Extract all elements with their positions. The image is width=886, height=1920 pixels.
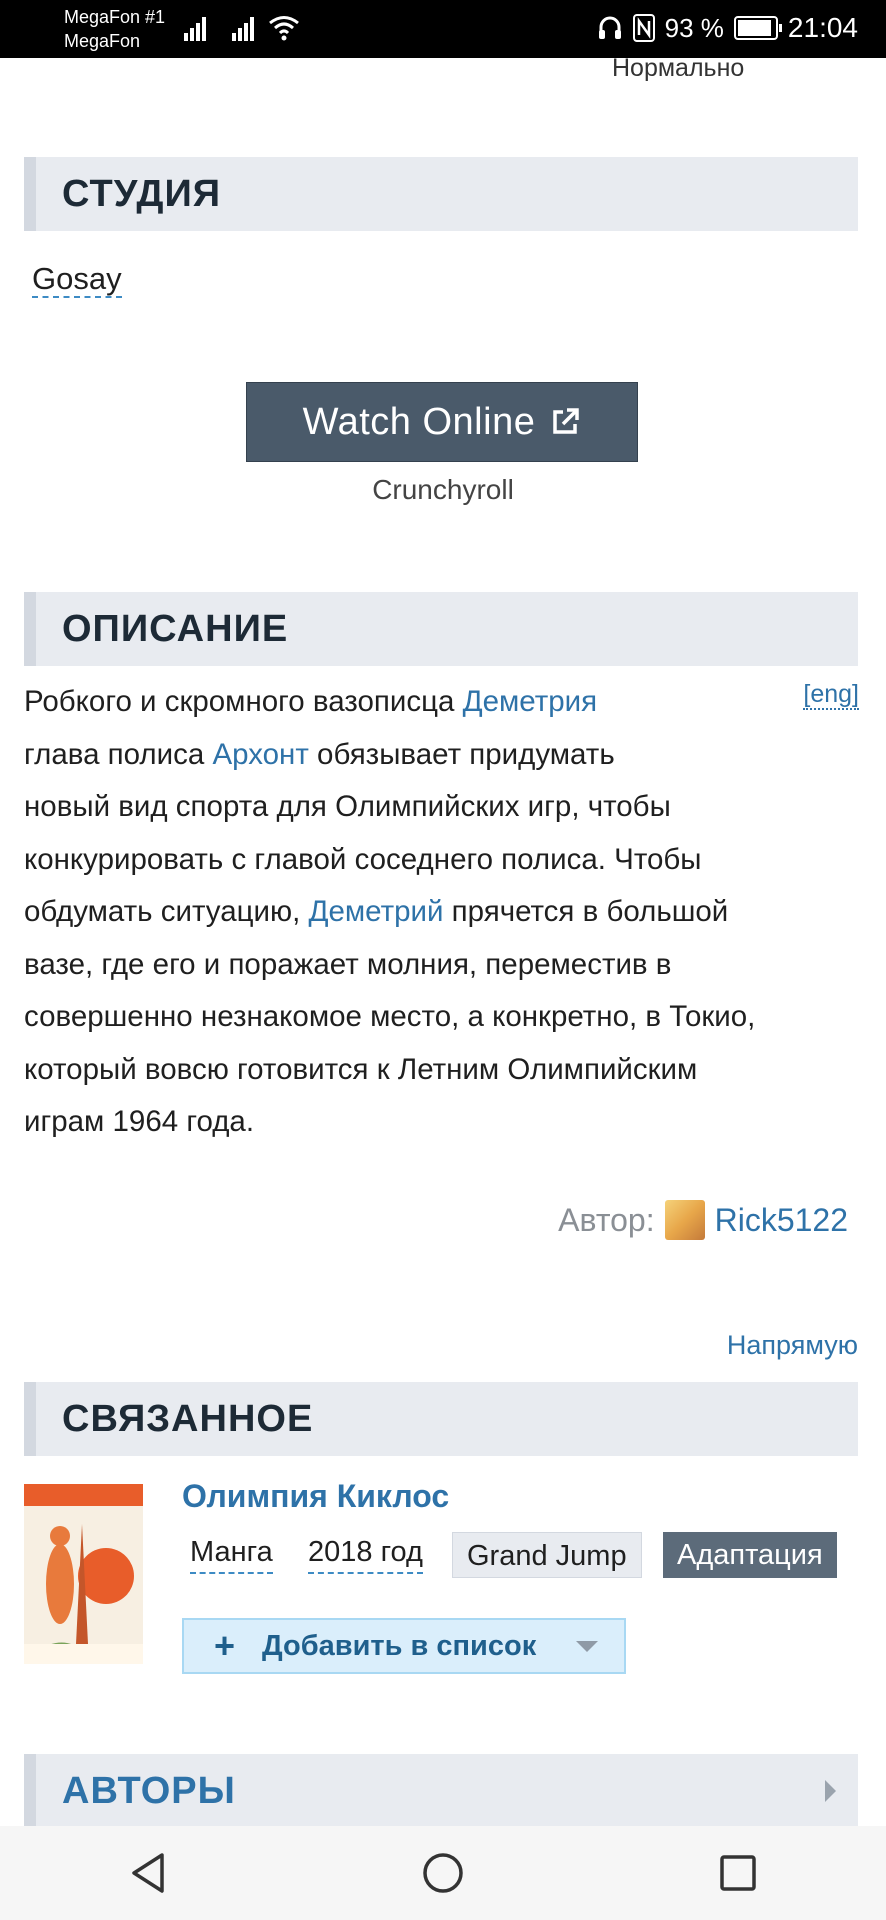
chevron-down-icon[interactable] — [576, 1640, 598, 1652]
description-fragment: совершенно незнакомое место, а конкретно… — [24, 1000, 756, 1033]
signal-icon — [184, 17, 206, 41]
tag-type[interactable]: Манга — [190, 1532, 273, 1574]
description-fragment: играм 1964 года. — [24, 1105, 255, 1138]
rating-fragment: Нормально — [612, 54, 745, 82]
system-nav-bar — [0, 1826, 886, 1920]
description-fragment: обдумать ситуацию, — [24, 895, 309, 928]
headphones-icon — [598, 16, 621, 39]
author-line: Автор: Rick5122 — [558, 1200, 848, 1240]
description-fragment: вазе, где его и поражает молния, перемес… — [24, 947, 672, 981]
carrier-1: MegaFon #1 — [64, 7, 166, 27]
battery-percent: 93 % — [664, 12, 724, 43]
external-link-icon — [553, 408, 580, 434]
back-icon — [131, 1853, 164, 1893]
back-button[interactable] — [108, 1833, 188, 1913]
home-icon — [423, 1853, 463, 1893]
recents-icon — [720, 1855, 757, 1891]
studio-title: СТУДИЯ — [62, 173, 222, 215]
signal-icon-2 — [232, 17, 254, 41]
related-header: СВЯЗАННОЕ — [24, 1382, 858, 1456]
related-title: СВЯЗАННОЕ — [62, 1398, 314, 1440]
related-item-title[interactable]: Олимпия Киклос — [182, 1478, 449, 1515]
plus-icon: + — [214, 1625, 236, 1666]
clock: 21:04 — [787, 12, 858, 43]
studio-header: СТУДИЯ — [24, 157, 858, 231]
description-text: Робкого и скромного вазописца Деметрия гл… — [24, 676, 854, 1149]
wifi-icon — [269, 16, 299, 41]
description-header: ОПИСАНИЕ — [24, 592, 858, 666]
description-line: вазе, где его и поражает молния, перемес… — [24, 939, 854, 992]
battery-icon — [733, 16, 782, 40]
description-line: обдумать ситуацию, Деметрий прячется в б… — [24, 886, 854, 939]
author-label: Автор: — [558, 1201, 655, 1238]
authors-header[interactable]: АВТОРЫ — [24, 1754, 858, 1828]
description-fragment: прячется в большой — [443, 895, 729, 928]
nfc-icon — [632, 14, 655, 42]
description-fragment: который вовсю готовится к Летним Олимпий… — [24, 1052, 698, 1086]
description-fragment: конкурировать с главой соседнего полиса.… — [24, 842, 702, 876]
description-line: глава полиса Архонт обязывает придумать — [24, 729, 854, 782]
author-name-link[interactable]: Rick5122 — [715, 1202, 848, 1239]
author-avatar[interactable] — [664, 1200, 705, 1240]
description-fragment: новый вид спорта для Олимпийских игр, чт… — [24, 790, 671, 823]
add-to-list-label: Добавить в список — [262, 1629, 537, 1662]
tag-relation: Адаптация — [663, 1532, 837, 1578]
watch-online-label: Watch Online — [302, 400, 536, 443]
description-fragment: обязывает придумать — [308, 737, 615, 771]
authors-title: АВТОРЫ — [62, 1770, 236, 1812]
studio-link[interactable]: Gosay — [32, 262, 122, 298]
status-right: 93 % 21:04 — [597, 12, 858, 44]
description-line: новый вид спорта для Олимпийских игр, чт… — [24, 781, 854, 834]
provider-name: Crunchyroll — [372, 474, 514, 505]
description-line: Робкого и скромного вазописца Деметрия — [24, 676, 854, 729]
watch-online-button[interactable]: Watch Online — [246, 382, 638, 462]
status-bar: MegaFon #1 MegaFon 93 % 21:04 — [0, 0, 886, 58]
description-line: который вовсю готовится к Летним Олимпий… — [24, 1044, 854, 1097]
recents-button[interactable] — [698, 1833, 778, 1913]
description-fragment: глава полиса — [24, 737, 213, 771]
carrier-info: MegaFon #1 MegaFon — [64, 5, 165, 53]
chevron-right-icon — [825, 1780, 836, 1802]
home-button[interactable] — [403, 1833, 483, 1913]
carrier-2: MegaFon — [64, 31, 141, 51]
tag-year[interactable]: 2018 год — [308, 1532, 423, 1574]
description-line: играм 1964 года. — [24, 1096, 854, 1149]
add-to-list-button[interactable]: + Добавить в список — [182, 1618, 626, 1674]
description-line: конкурировать с главой соседнего полиса.… — [24, 834, 854, 887]
direct-link[interactable]: Напрямую — [727, 1330, 858, 1361]
related-cover-image[interactable] — [24, 1484, 143, 1664]
character-link[interactable]: Деметрий — [309, 895, 444, 928]
description-fragment: Робкого и скромного вазописца — [24, 685, 463, 718]
character-link[interactable]: Архонт — [212, 738, 308, 771]
description-title: ОПИСАНИЕ — [62, 608, 289, 650]
tag-magazine[interactable]: Grand Jump — [452, 1532, 642, 1578]
character-link[interactable]: Деметрия — [463, 685, 597, 718]
description-line: совершенно незнакомое место, а конкретно… — [24, 991, 854, 1044]
